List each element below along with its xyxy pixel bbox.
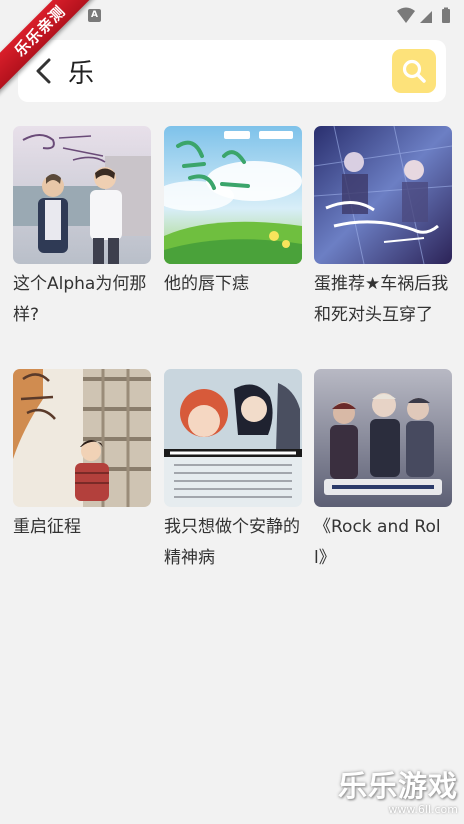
book-title[interactable]: 我只想做个安静的精神病 xyxy=(164,512,302,574)
book-title[interactable]: 重启征程 xyxy=(13,512,151,543)
book-cover[interactable] xyxy=(314,126,452,264)
wifi-icon xyxy=(397,7,415,23)
book-card[interactable]: 他的唇下痣 xyxy=(164,126,302,300)
book-cover[interactable] xyxy=(164,126,302,264)
search-icon xyxy=(402,59,426,83)
book-cover[interactable] xyxy=(314,369,452,507)
book-card[interactable]: 《Rock and Roll》 xyxy=(314,369,452,574)
book-title[interactable]: 他的唇下痣 xyxy=(164,269,302,300)
book-title[interactable]: 蛋推荐★车祸后我和死对头互穿了 xyxy=(314,269,452,331)
battery-icon xyxy=(442,7,450,23)
site-watermark: 乐乐游戏 www.6ll.com xyxy=(338,763,458,816)
book-card[interactable]: 我只想做个安静的精神病 xyxy=(164,369,302,574)
search-bar xyxy=(18,40,446,102)
book-cover[interactable] xyxy=(164,369,302,507)
book-title[interactable]: 这个Alpha为何那样? xyxy=(13,269,151,331)
search-input[interactable] xyxy=(68,52,388,90)
book-card[interactable]: 这个Alpha为何那样? xyxy=(13,126,151,331)
notification-icon: A xyxy=(88,9,101,22)
search-button[interactable] xyxy=(392,49,436,93)
book-card[interactable]: 重启征程 xyxy=(13,369,151,543)
book-cover[interactable] xyxy=(13,369,151,507)
book-title[interactable]: 《Rock and Roll》 xyxy=(314,512,452,574)
book-cover[interactable] xyxy=(13,126,151,264)
status-icons xyxy=(396,6,454,26)
watermark-text: 乐乐游戏 xyxy=(337,769,458,803)
book-card[interactable]: 蛋推荐★车祸后我和死对头互穿了 xyxy=(314,126,452,331)
chevron-left-icon xyxy=(36,58,51,84)
signal-icon xyxy=(420,11,432,23)
